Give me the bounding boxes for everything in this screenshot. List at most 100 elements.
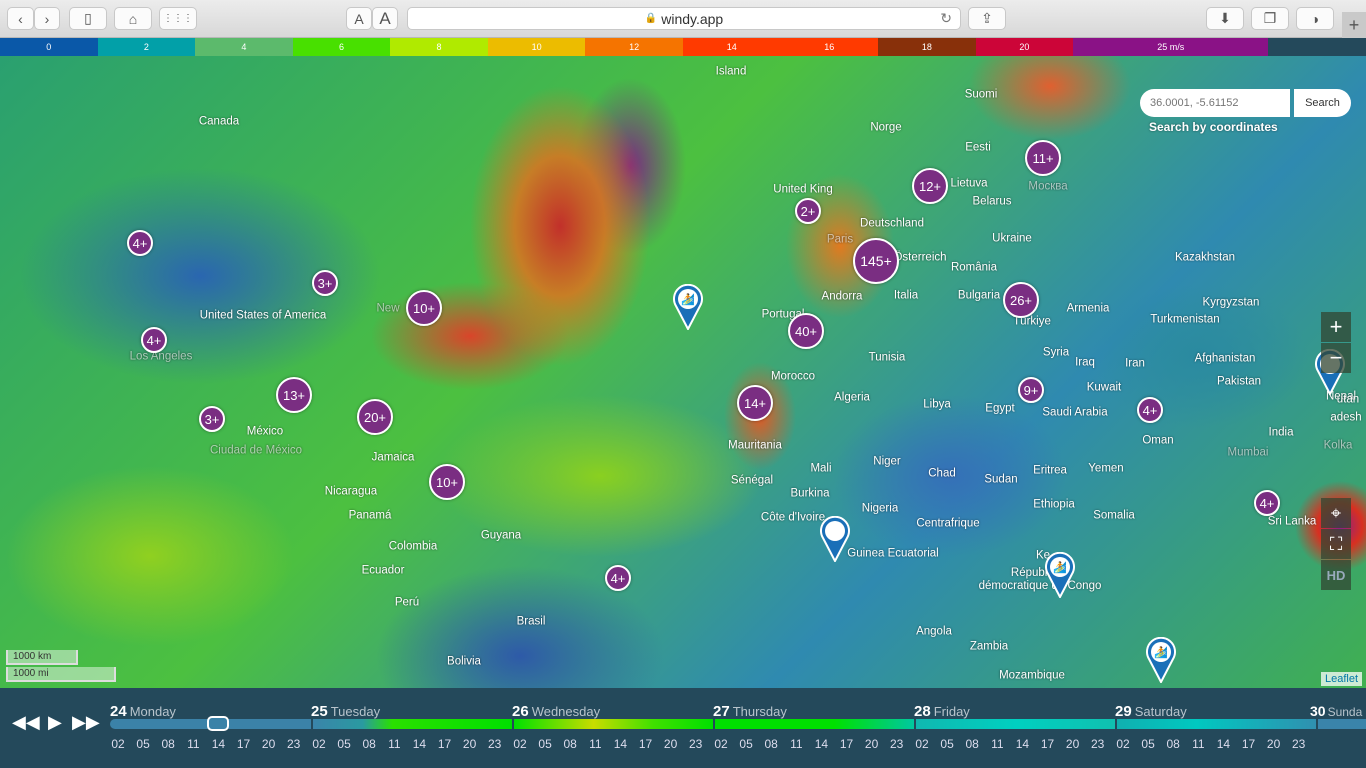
timeline-hour[interactable]: 05 bbox=[131, 737, 155, 751]
spot-cluster-marker[interactable]: 4+ bbox=[141, 327, 167, 353]
spot-cluster-marker[interactable]: 145+ bbox=[853, 238, 899, 284]
reload-icon[interactable]: ↻ bbox=[940, 10, 952, 27]
timeline-hour[interactable]: 11 bbox=[382, 737, 406, 751]
timeline-hour[interactable]: 14 bbox=[1211, 737, 1235, 751]
timeline-bar[interactable] bbox=[1117, 719, 1316, 729]
timeline-hour[interactable]: 20 bbox=[257, 737, 281, 751]
share-icon[interactable]: ⇪ bbox=[968, 7, 1006, 30]
spot-cluster-marker[interactable]: 3+ bbox=[312, 270, 338, 296]
timeline-hour[interactable]: 02 bbox=[709, 737, 733, 751]
spot-cluster-marker[interactable]: 4+ bbox=[1137, 397, 1163, 423]
rewind-icon[interactable]: ◀◀ bbox=[12, 712, 40, 733]
privacy-shield-icon[interactable]: ◑ bbox=[1296, 7, 1334, 30]
timeline-hour[interactable]: 08 bbox=[156, 737, 180, 751]
timeline-hour[interactable]: 08 bbox=[759, 737, 783, 751]
timeline-hour[interactable]: 11 bbox=[784, 737, 808, 751]
timeline-hour[interactable]: 23 bbox=[483, 737, 507, 751]
spot-cluster-marker[interactable]: 11+ bbox=[1025, 140, 1061, 176]
timeline-hour[interactable]: 14 bbox=[809, 737, 833, 751]
timeline-bar[interactable] bbox=[1318, 719, 1366, 729]
timeline-hour[interactable]: 17 bbox=[232, 737, 256, 751]
spot-cluster-marker[interactable]: 12+ bbox=[912, 168, 948, 204]
spot-cluster-marker[interactable]: 20+ bbox=[357, 399, 393, 435]
spot-cluster-marker[interactable]: 13+ bbox=[276, 377, 312, 413]
timeline-hour[interactable]: 08 bbox=[1161, 737, 1185, 751]
timeline-hour[interactable]: 20 bbox=[659, 737, 683, 751]
spot-cluster-marker[interactable]: 4+ bbox=[127, 230, 153, 256]
timeline-hour[interactable]: 23 bbox=[1287, 737, 1311, 751]
timeline-slider-handle[interactable] bbox=[207, 716, 229, 731]
spot-cluster-marker[interactable]: 9+ bbox=[1018, 377, 1044, 403]
timeline-hour[interactable]: 17 bbox=[634, 737, 658, 751]
timeline-hour[interactable]: 05 bbox=[935, 737, 959, 751]
timeline-bar[interactable] bbox=[715, 719, 914, 729]
timeline-bar[interactable] bbox=[916, 719, 1115, 729]
timeline-hour[interactable]: 02 bbox=[508, 737, 532, 751]
timeline-hour[interactable]: 02 bbox=[307, 737, 331, 751]
timeline-hour[interactable]: 08 bbox=[357, 737, 381, 751]
spot-cluster-marker[interactable]: 4+ bbox=[1254, 490, 1280, 516]
home-icon[interactable]: ⌂ bbox=[114, 7, 152, 30]
timeline-hour[interactable]: 11 bbox=[985, 737, 1009, 751]
timeline-day-sunda[interactable]: 30 Sunda bbox=[1310, 703, 1362, 719]
timeline-day-friday[interactable]: 28 Friday bbox=[914, 703, 970, 720]
surf-spot-pin-icon[interactable]: 🏄 bbox=[1045, 551, 1075, 600]
locate-crosshair-icon[interactable]: ⌖ bbox=[1321, 498, 1351, 528]
timeline-hour[interactable]: 23 bbox=[885, 737, 909, 751]
timeline-hour[interactable]: 17 bbox=[1237, 737, 1261, 751]
spot-cluster-marker[interactable]: 14+ bbox=[737, 385, 773, 421]
timeline-hour[interactable]: 23 bbox=[1086, 737, 1110, 751]
hd-toggle-button[interactable]: HD bbox=[1321, 560, 1351, 590]
timeline-day-thursday[interactable]: 27 Thursday bbox=[713, 703, 787, 720]
timeline-hour[interactable]: 17 bbox=[835, 737, 859, 751]
back-button[interactable]: ‹ bbox=[7, 7, 34, 30]
text-larger-button[interactable]: A bbox=[372, 7, 398, 30]
fullscreen-icon[interactable]: ⛶ bbox=[1321, 529, 1351, 559]
timeline-hour[interactable]: 14 bbox=[608, 737, 632, 751]
address-bar[interactable]: 🔒 windy.app ↻ bbox=[407, 7, 961, 30]
timeline-hour[interactable]: 05 bbox=[734, 737, 758, 751]
text-smaller-button[interactable]: A bbox=[346, 7, 372, 30]
timeline-hour[interactable]: 14 bbox=[206, 737, 230, 751]
spot-cluster-marker[interactable]: 26+ bbox=[1003, 282, 1039, 318]
zoom-out-button[interactable]: − bbox=[1321, 343, 1351, 373]
coordinates-search-input[interactable] bbox=[1140, 89, 1290, 117]
timeline-day-wednesday[interactable]: 26 Wednesday bbox=[512, 703, 600, 720]
timeline-hour[interactable]: 08 bbox=[558, 737, 582, 751]
play-icon[interactable]: ▶ bbox=[48, 712, 62, 733]
timeline-hour[interactable]: 20 bbox=[458, 737, 482, 751]
spot-cluster-marker[interactable]: 10+ bbox=[429, 464, 465, 500]
timeline-day-saturday[interactable]: 29 Saturday bbox=[1115, 703, 1187, 720]
timeline-hour[interactable]: 20 bbox=[1061, 737, 1085, 751]
surf-spot-pin-icon[interactable]: 🏄 bbox=[673, 283, 703, 332]
surf-spot-pin-icon[interactable]: 🏄 bbox=[1146, 636, 1176, 685]
timeline-hour[interactable]: 05 bbox=[533, 737, 557, 751]
timeline-hour[interactable]: 20 bbox=[860, 737, 884, 751]
timeline-hour[interactable]: 02 bbox=[106, 737, 130, 751]
timeline-hour[interactable]: 05 bbox=[332, 737, 356, 751]
timeline-hour[interactable]: 14 bbox=[1010, 737, 1034, 751]
timeline-day-monday[interactable]: 24 Monday bbox=[110, 703, 176, 720]
tabs-overview-icon[interactable]: ❐ bbox=[1251, 7, 1289, 30]
wind-map[interactable]: Island Suomi Canada Norge Eesti Lietuva Москва… bbox=[0, 56, 1366, 688]
fast-forward-icon[interactable]: ▶▶ bbox=[72, 712, 100, 733]
timeline-hour[interactable]: 17 bbox=[1036, 737, 1060, 751]
spot-cluster-marker[interactable]: 10+ bbox=[406, 290, 442, 326]
leaflet-attribution-link[interactable]: Leaflet bbox=[1320, 672, 1362, 686]
timeline-hour[interactable]: 20 bbox=[1262, 737, 1286, 751]
timeline-hour[interactable]: 11 bbox=[181, 737, 205, 751]
timeline-hour[interactable]: 05 bbox=[1136, 737, 1160, 751]
timeline-hour[interactable]: 02 bbox=[910, 737, 934, 751]
new-tab-button[interactable]: + bbox=[1342, 12, 1366, 38]
timeline-bar[interactable] bbox=[514, 719, 713, 729]
spot-cluster-marker[interactable]: 2+ bbox=[795, 198, 821, 224]
spot-cluster-marker[interactable]: 40+ bbox=[788, 313, 824, 349]
timeline-hour[interactable]: 17 bbox=[433, 737, 457, 751]
timeline-hour[interactable]: 11 bbox=[583, 737, 607, 751]
zoom-in-button[interactable]: + bbox=[1321, 312, 1351, 342]
forward-button[interactable]: › bbox=[34, 7, 60, 30]
timeline-hour[interactable]: 23 bbox=[684, 737, 708, 751]
sidebar-icon[interactable]: ▯ bbox=[69, 7, 107, 30]
spot-cluster-marker[interactable]: 3+ bbox=[199, 406, 225, 432]
search-button[interactable]: Search bbox=[1294, 89, 1351, 117]
